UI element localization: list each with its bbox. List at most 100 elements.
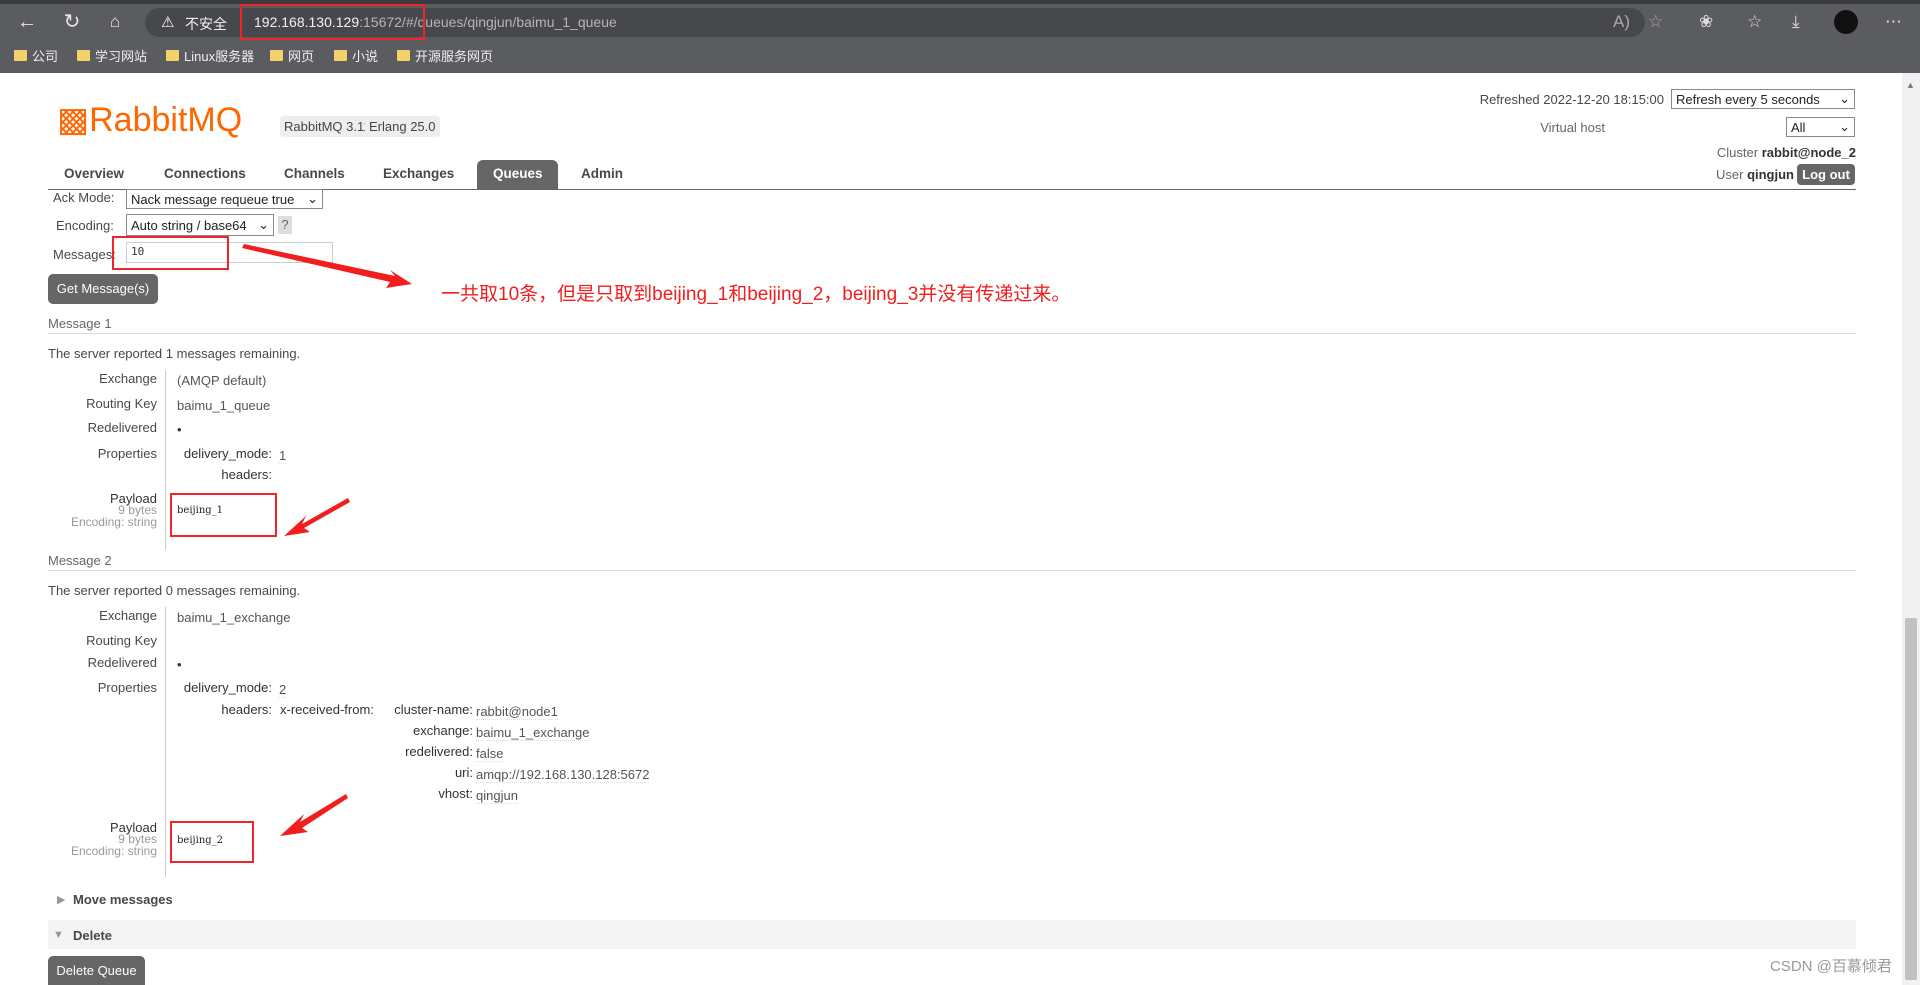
properties-label: Properties (97, 446, 157, 461)
logout-button[interactable]: Log out (1797, 164, 1855, 185)
header-field-value: qingjun (476, 788, 518, 804)
divider (48, 333, 1856, 334)
remaining-text: The server reported 1 messages remaining… (48, 346, 301, 361)
add-favorite-icon[interactable]: ☆ (1648, 12, 1663, 32)
delete-section-header[interactable] (48, 920, 1856, 949)
delivery-mode-key: delivery_mode: (183, 680, 272, 695)
scrollbar-thumb[interactable] (1905, 618, 1917, 980)
encoding-select[interactable]: Auto string / base64 ⌄ (126, 214, 274, 236)
annotation-arrow (284, 498, 350, 536)
exchange-value: (AMQP default) (177, 373, 267, 388)
more-icon[interactable]: ⋯ (1885, 12, 1902, 32)
get-messages-button[interactable]: Get Message(s) (48, 274, 158, 304)
folder-icon (166, 50, 179, 61)
routing-key-label: Routing Key (86, 633, 157, 648)
rabbitmq-logo[interactable]: ▩RabbitMQ (57, 100, 242, 140)
properties-label: Properties (97, 680, 157, 695)
tab-exchanges[interactable]: Exchanges (367, 160, 470, 190)
scroll-up-icon[interactable]: ▲ (1906, 80, 1915, 90)
exchange-label: Exchange (99, 371, 157, 386)
erlang-badge: Erlang 25.0 (365, 116, 440, 137)
ack-mode-select[interactable]: Nack message requeue true ⌄ (126, 189, 323, 209)
payload-encoding: Encoding: string (70, 844, 157, 858)
encoding-label: Encoding: (56, 218, 114, 233)
delete-queue-button[interactable]: Delete Queue (48, 956, 145, 985)
ack-mode-label: Ack Mode: (53, 190, 115, 205)
folder-icon (14, 50, 27, 61)
redelivered-label: Redelivered (87, 420, 157, 435)
bookmark[interactable]: 公司 (14, 46, 58, 65)
annotation-payload-box (170, 821, 254, 863)
header-field-value: rabbit@node1 (476, 704, 558, 720)
bookmark[interactable]: 小说 (334, 46, 378, 65)
folder-icon (270, 50, 283, 61)
expand-icon[interactable]: ▶ (57, 893, 65, 906)
tab-connections[interactable]: Connections (148, 160, 262, 190)
header-field-key: redelivered: (405, 744, 473, 759)
annotation-arrow (280, 794, 348, 836)
back-icon[interactable]: ← (12, 10, 42, 34)
redelivered-label: Redelivered (87, 655, 157, 670)
divider (165, 607, 166, 877)
header-field-value: false (476, 746, 504, 762)
message-2-title: Message 2 (48, 553, 112, 568)
read-aloud-icon[interactable]: A) (1613, 12, 1630, 32)
bookmark[interactable]: 网页 (270, 46, 314, 65)
bookmark[interactable]: 开源服务网页 (397, 46, 493, 65)
headers-key: headers: (221, 467, 272, 482)
header-field-key: vhost: (438, 786, 473, 801)
refreshed-label: Refreshed 2022-12-20 18:15:00 (1479, 92, 1664, 107)
cluster-info: Cluster rabbit@node_2 (1716, 145, 1856, 160)
header-field-key: cluster-name: (394, 702, 473, 717)
reload-icon[interactable]: ↻ (57, 10, 87, 34)
routing-key-value: baimu_1_queue (177, 398, 271, 413)
folder-icon (334, 50, 347, 61)
header-field-key: uri: (454, 765, 473, 780)
refresh-select[interactable]: Refresh every 5 seconds ⌄ (1671, 89, 1855, 109)
exchange-label: Exchange (99, 608, 157, 623)
security-label: 不安全 (185, 16, 227, 32)
bookmark[interactable]: Linux服务器 (166, 46, 254, 65)
bookmark[interactable]: 学习网站 (77, 46, 147, 65)
profile-avatar[interactable] (1834, 10, 1858, 34)
redelivered-value: • (177, 422, 182, 437)
extensions-icon[interactable]: ❀ (1699, 12, 1713, 32)
folder-icon (397, 50, 410, 61)
delivery-mode-value: 1 (279, 448, 287, 464)
message-1-title: Message 1 (48, 316, 112, 331)
delivery-mode-key: delivery_mode: (183, 446, 272, 461)
delivery-mode-value: 2 (279, 682, 287, 698)
download-icon[interactable]: ⤓ (1792, 12, 1800, 32)
move-messages-section[interactable]: Move messages (73, 892, 173, 907)
collapse-icon[interactable]: ▼ (53, 929, 64, 941)
header-field-value: baimu_1_exchange (476, 725, 590, 741)
vhost-label: Virtual host (1540, 120, 1605, 135)
help-button[interactable]: ? (278, 216, 292, 234)
annotation-payload-box (170, 493, 277, 537)
warning-icon: ⚠ (161, 14, 175, 31)
vhost-select[interactable]: All ⌄ (1786, 117, 1855, 137)
tab-overview[interactable]: Overview (48, 160, 140, 190)
home-icon[interactable]: ⌂ (100, 10, 130, 34)
favorites-icon[interactable]: ☆ (1747, 12, 1762, 32)
annotation-arrow (242, 244, 412, 288)
redelivered-value: • (177, 657, 182, 672)
tab-channels[interactable]: Channels (268, 160, 361, 190)
tab-queues[interactable]: Queues (477, 160, 558, 190)
divider (48, 570, 1856, 571)
folder-icon (77, 50, 90, 61)
annotation-messages-box (112, 236, 229, 270)
user-info: User qingjun (1715, 167, 1794, 182)
delete-section-label: Delete (73, 928, 113, 943)
annotation-text: 一共取10条，但是只取到beijing_1和beijing_2，beijing_… (441, 284, 1071, 305)
watermark: CSDN @百慕倾君 (1770, 958, 1892, 975)
headers-key: headers: (221, 702, 272, 717)
routing-key-label: Routing Key (86, 396, 157, 411)
tab-admin[interactable]: Admin (565, 160, 639, 190)
messages-label: Messages: (53, 247, 116, 262)
header-field-key: exchange: (413, 723, 473, 738)
exchange-value: baimu_1_exchange (177, 610, 291, 625)
annotation-url-box (240, 4, 425, 40)
remaining-text: The server reported 0 messages remaining… (48, 583, 301, 598)
payload-encoding: Encoding: string (70, 515, 157, 529)
